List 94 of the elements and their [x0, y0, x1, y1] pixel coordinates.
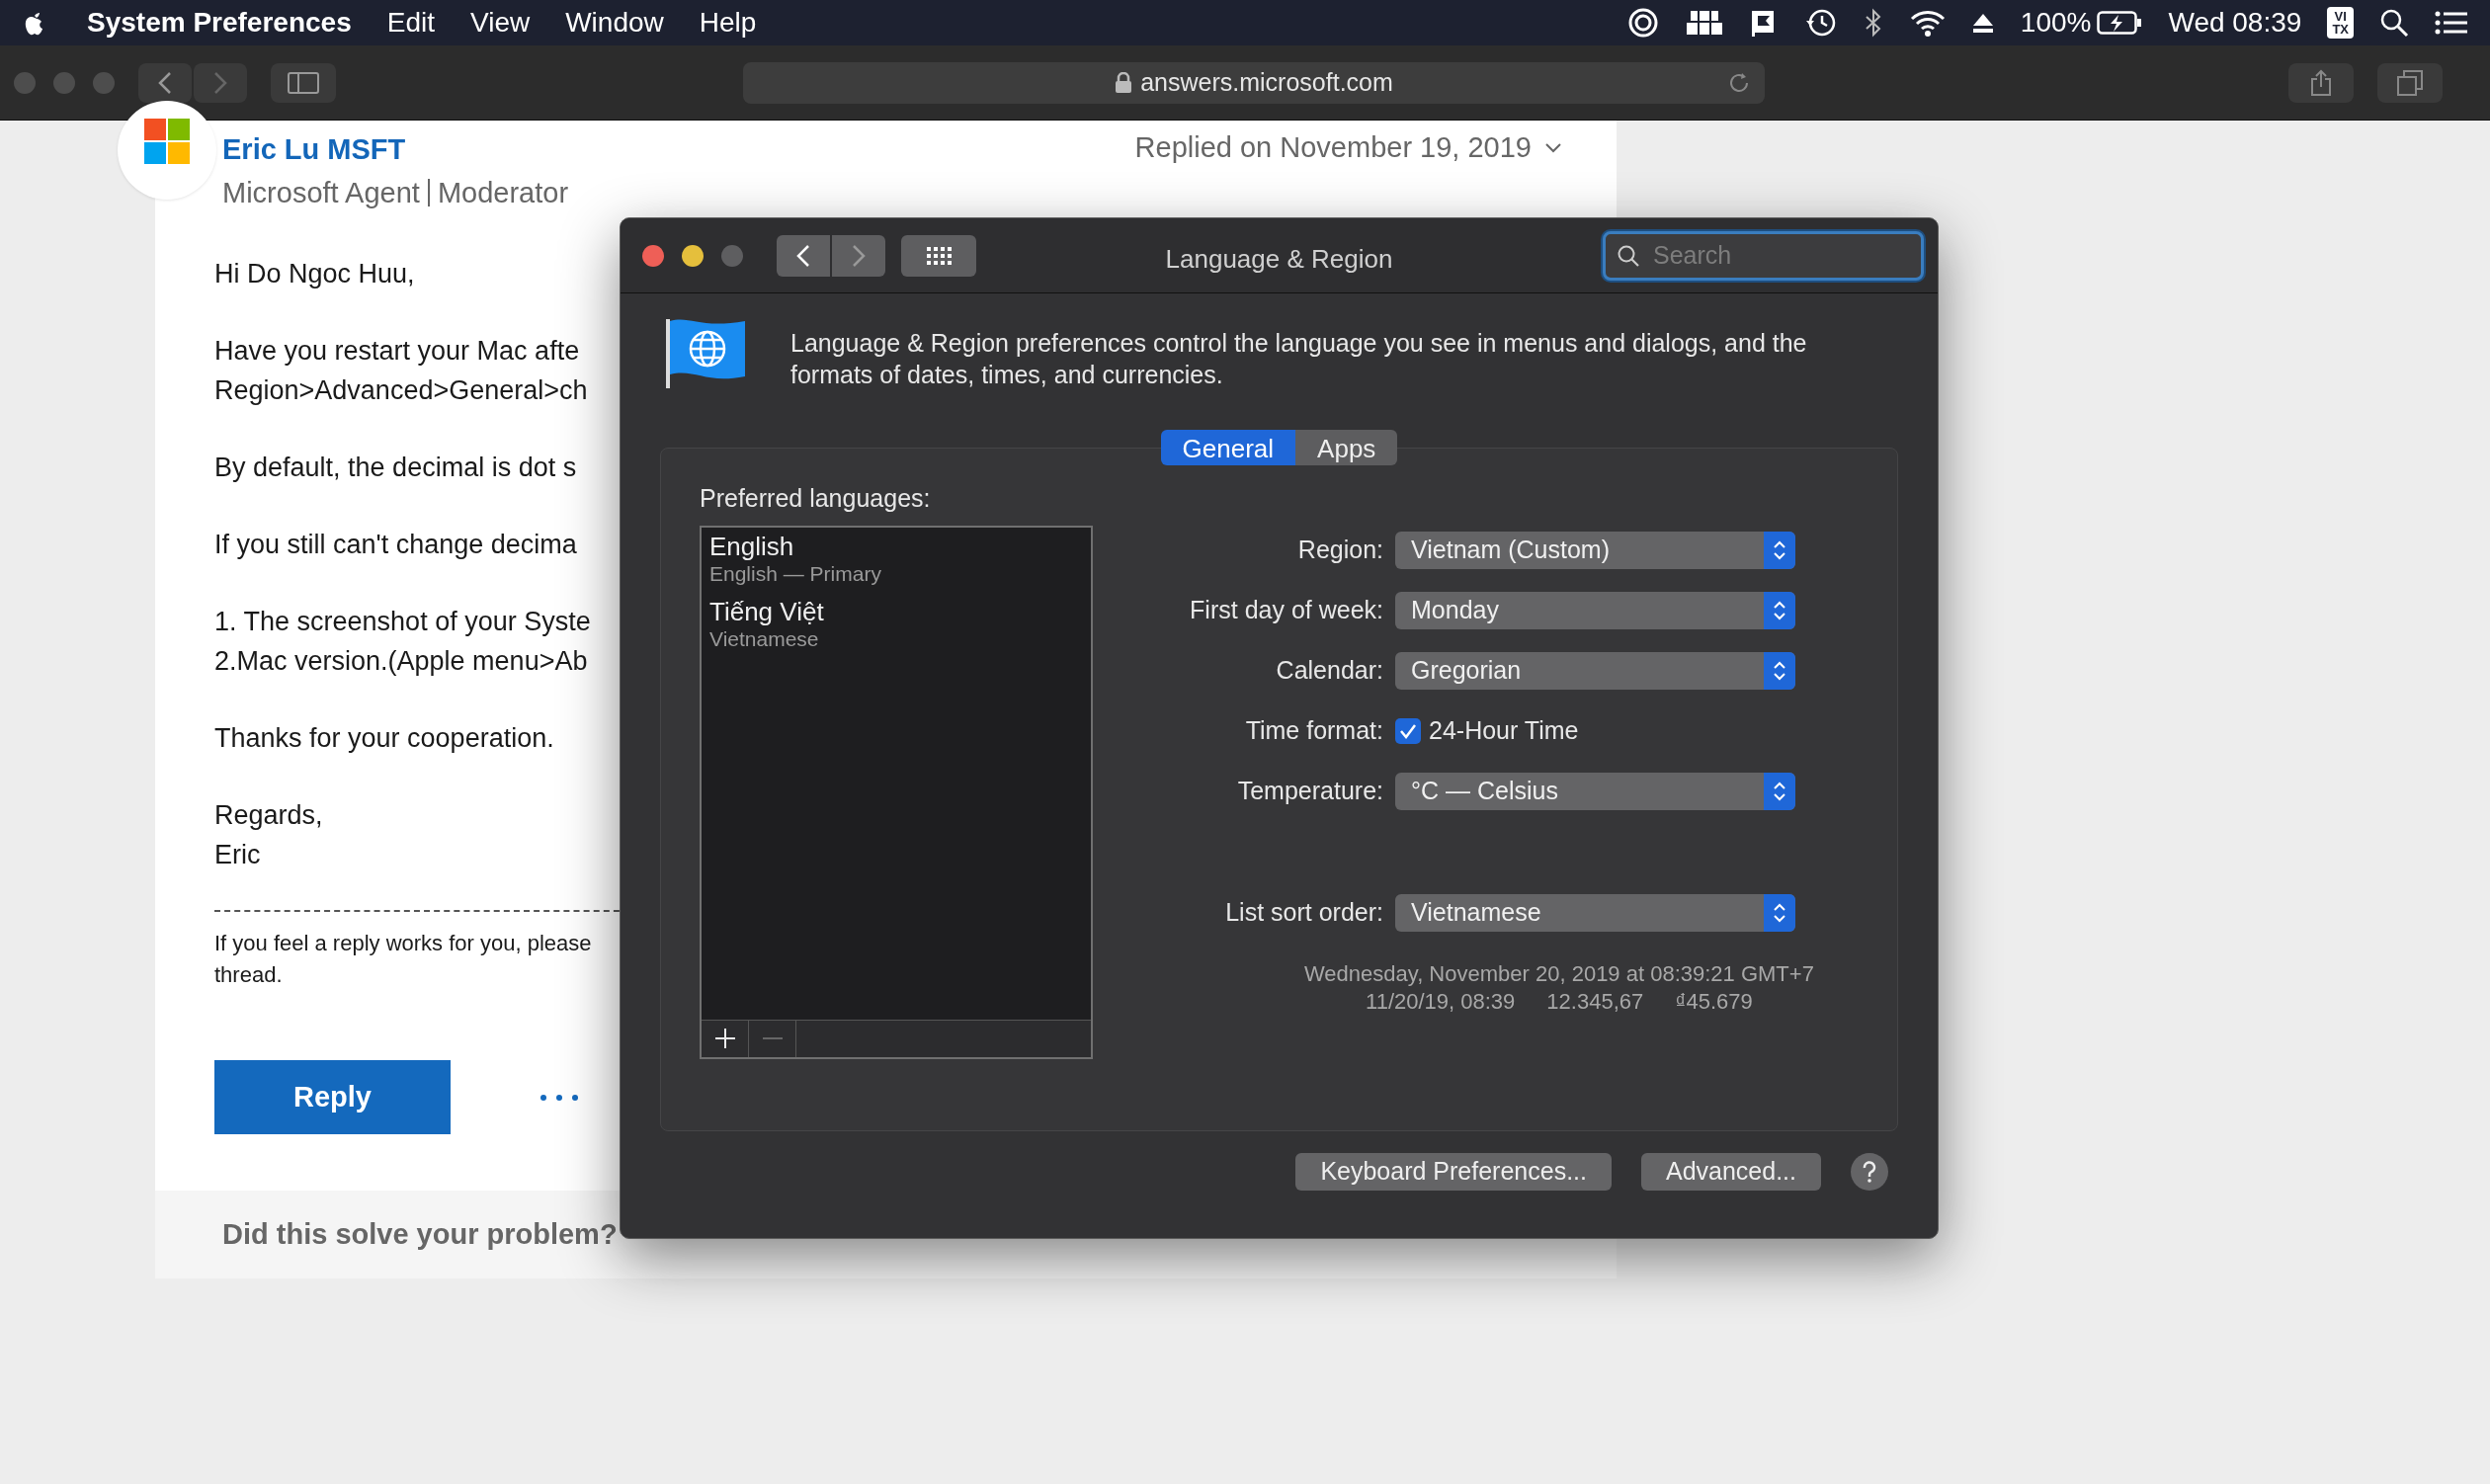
reply-date: Replied on November 19, 2019	[1134, 130, 1532, 166]
setting-label: Temperature:	[1236, 776, 1383, 807]
body-text: By default, the decimal is dot s	[214, 452, 577, 484]
back-button[interactable]	[777, 234, 830, 277]
setting-label: Region:	[1296, 535, 1383, 566]
tabs-button[interactable]	[2377, 62, 2443, 103]
tabs-icon	[2397, 69, 2423, 96]
input-source-button[interactable]: VI TX	[2327, 7, 2354, 39]
stack-icon[interactable]	[1684, 9, 1724, 37]
checkmark-icon	[1399, 723, 1417, 739]
window-control[interactable]	[682, 244, 704, 267]
setting-label: First day of week:	[1189, 595, 1383, 626]
menu-item[interactable]: Window	[547, 2, 682, 43]
author-link[interactable]: Eric Lu MSFT	[222, 128, 569, 172]
share-icon	[2310, 68, 2332, 97]
minus-icon	[761, 1036, 784, 1040]
menu-clock[interactable]: Wed 08:39	[2168, 2, 2302, 43]
search-icon	[1617, 243, 1640, 268]
search-icon[interactable]	[2379, 8, 2409, 38]
share-button[interactable]	[2288, 62, 2354, 103]
body-text: Thanks for your cooperation.	[214, 722, 554, 755]
address-text: answers.microsoft.com	[1140, 66, 1393, 98]
reload-icon[interactable]	[1727, 70, 1751, 95]
reply-button[interactable]: Reply	[214, 1060, 451, 1134]
menu-item[interactable]: View	[453, 2, 548, 43]
question-mark-icon	[1863, 1161, 1876, 1183]
more-icon[interactable]	[540, 1093, 579, 1102]
checkbox[interactable]	[1395, 718, 1421, 744]
body-text: Eric	[214, 839, 261, 871]
sidebar-icon	[288, 71, 319, 94]
author-role: Moderator	[427, 179, 569, 207]
body-text: Hi Do Ngoc Huu,	[214, 258, 415, 290]
footnote-text: thread.	[214, 961, 283, 989]
body-text: Region>Advanced>General>ch	[214, 374, 588, 407]
language-detail: Vietnamese	[709, 625, 820, 652]
clock-icon[interactable]	[1804, 7, 1837, 39]
wifi-icon[interactable]	[1909, 9, 1946, 37]
ring-icon[interactable]	[1626, 7, 1659, 39]
body-text: Have you restart your Mac afte	[214, 335, 580, 368]
menu-list-icon[interactable]	[2435, 10, 2468, 36]
window-control[interactable]	[642, 244, 664, 267]
chevron-down-icon[interactable]	[1545, 143, 1561, 153]
language-detail: English — Primary	[709, 560, 882, 587]
window-title: Language & Region	[1165, 243, 1393, 276]
body-text: 2.Mac version.(Apple menu>Ab	[214, 645, 588, 678]
author-role: Microsoft Agent	[222, 175, 420, 210]
description-text: Language & Region preferences control the language you see in menus and dialogs, and the formats of dates, times, and currencies.	[790, 328, 1808, 390]
up-down-chevron-icon	[1773, 660, 1786, 682]
lock-icon	[1115, 71, 1133, 94]
up-down-chevron-icon	[1773, 600, 1786, 621]
plus-icon	[713, 1028, 736, 1049]
sample-format: ₫45.679	[1675, 988, 1753, 1016]
body-text: If you still can't change decima	[214, 529, 577, 561]
grid-icon	[926, 246, 952, 265]
up-down-chevron-icon	[1773, 781, 1786, 802]
popup-menu[interactable]: Vietnam (Custom)	[1395, 532, 1795, 569]
dialog-button[interactable]: Advanced...	[1640, 1153, 1821, 1191]
sample-format: 11/20/19, 08:39	[1366, 988, 1516, 1016]
language-name[interactable]: English	[709, 531, 1091, 561]
popup-menu[interactable]: Gregorian	[1395, 652, 1795, 690]
feedback-question: Did this solve your problem?	[222, 1216, 618, 1252]
dialog-button[interactable]: Keyboard Preferences...	[1295, 1153, 1612, 1191]
tab[interactable]: General	[1160, 430, 1296, 465]
checkbox-label[interactable]: 24-Hour Time	[1429, 712, 1579, 750]
search-field[interactable]: Search	[1603, 230, 1924, 281]
forward-button[interactable]	[194, 62, 247, 103]
show-all-button[interactable]	[901, 234, 976, 277]
setting-label: Calendar:	[1275, 655, 1383, 687]
menu-item[interactable]: Edit	[369, 2, 453, 43]
sample-date: Wednesday, November 20, 2019 at 08:39:21 GMT+7	[1304, 960, 1814, 988]
sidebar-button[interactable]	[271, 62, 336, 103]
setting-label: Time format:	[1244, 715, 1383, 747]
popup-menu[interactable]: Vietnamese	[1395, 894, 1795, 932]
up-down-chevron-icon	[1773, 539, 1786, 561]
popup-menu[interactable]: °C — Celsius	[1395, 773, 1795, 810]
language-list[interactable]: English English — Primary Tiếng Việt Vietnamese	[700, 525, 1093, 1059]
footnote-text: If you feel a reply works for you, please	[214, 930, 592, 957]
up-down-chevron-icon	[1773, 902, 1786, 924]
forward-button[interactable]	[832, 234, 885, 277]
battery-percentage: 100%	[2020, 6, 2092, 40]
logo-icon	[144, 119, 190, 164]
address-bar[interactable]: answers.microsoft.com	[743, 61, 1765, 104]
language-name[interactable]: Tiếng Việt	[709, 596, 1091, 626]
tab[interactable]: Apps	[1295, 430, 1398, 465]
help-button[interactable]	[1851, 1153, 1888, 1191]
popup-menu[interactable]: Monday	[1395, 592, 1795, 629]
sample-format: 12.345,67	[1546, 988, 1644, 1016]
menu-item[interactable]: Help	[681, 2, 775, 43]
body-text: Regards,	[214, 799, 323, 832]
app-menu[interactable]: System Preferences	[69, 2, 370, 43]
battery-icon	[2097, 10, 2143, 36]
list-label: Preferred languages:	[700, 483, 932, 514]
setting-label: List sort order:	[1224, 897, 1383, 929]
body-text: 1. The screenshot of your Syste	[214, 606, 591, 638]
